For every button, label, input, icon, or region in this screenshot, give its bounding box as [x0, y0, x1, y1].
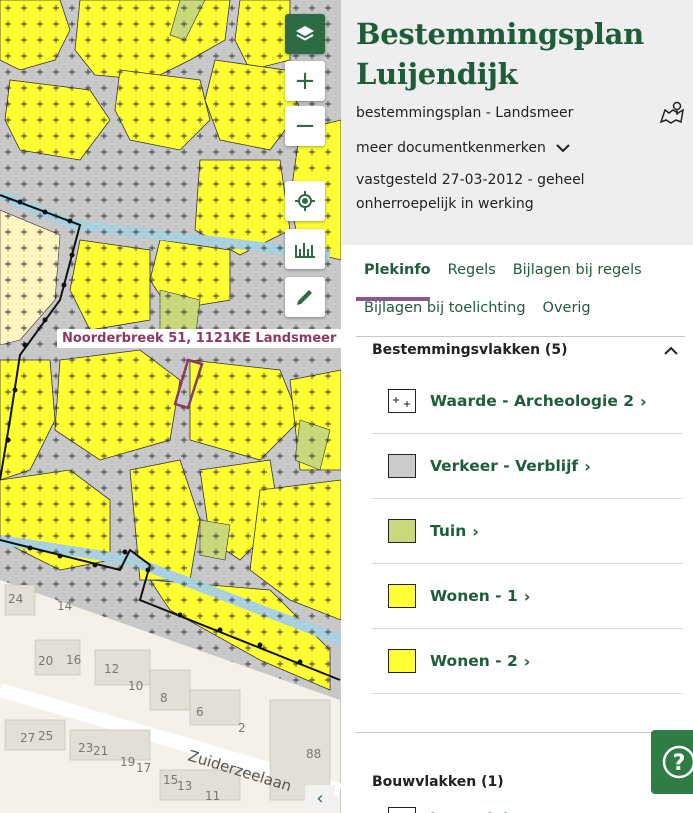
legend-swatch	[388, 454, 416, 478]
legend-label: Wonen - 1	[430, 587, 518, 605]
active-tab-indicator	[356, 297, 430, 301]
address-label: Noorderbreek 51, 1121KE Landsmeer	[57, 329, 341, 348]
svg-text:88: 88	[306, 747, 321, 761]
chevron-right-icon: ›	[472, 521, 479, 541]
svg-text:6: 6	[196, 705, 204, 719]
title-line-1: Bestemmingsplan	[356, 17, 644, 51]
help-icon: ?	[662, 745, 693, 779]
tab-regels[interactable]: Regels	[440, 259, 505, 289]
layers-icon	[296, 26, 314, 41]
chevron-down-icon	[556, 144, 570, 153]
draw-button[interactable]	[285, 277, 325, 317]
svg-text:25: 25	[38, 729, 53, 743]
map-view[interactable]: 24 14 20 16 12 10 8 6 2 27 25 23 21 19 17 15 13 1…	[0, 0, 341, 813]
svg-text:19: 19	[120, 755, 135, 769]
legend-item-wonen-1[interactable]: Wonen - 1 ›	[372, 564, 683, 629]
map-pin-button[interactable]	[659, 100, 685, 130]
section-bestemmingsvlakken: Bestemmingsvlakken (5) Waarde - Archeolo…	[341, 339, 693, 694]
tab-divider	[356, 336, 685, 337]
svg-text:?: ?	[673, 751, 686, 776]
zoom-out-icon: −	[294, 111, 316, 141]
legend-label: Verkeer - Verblijf	[430, 457, 579, 475]
legend-label: Tuin	[430, 522, 467, 540]
legend-swatch	[388, 519, 416, 543]
more-document-properties[interactable]: meer documentkenmerken	[356, 140, 693, 156]
legend-swatch-plus	[388, 389, 416, 413]
svg-text:24: 24	[8, 592, 23, 606]
measure-button[interactable]	[285, 229, 325, 269]
legend-label: Waarde - Archeologie 2	[430, 392, 635, 410]
tab-bar: Plekinfo Regels Bijlagen bij regels Bijl…	[341, 259, 693, 337]
tab-overig[interactable]: Overig	[535, 297, 600, 327]
svg-text:20: 20	[38, 654, 53, 668]
svg-text:11: 11	[205, 789, 220, 803]
legend-item-bouwvlak[interactable]: bouwvlak	[372, 807, 683, 813]
legend-list: Waarde - Archeologie 2 › Verkeer - Verbl…	[372, 369, 683, 694]
chevron-right-icon: ›	[584, 456, 591, 476]
svg-text:17: 17	[136, 761, 151, 775]
svg-text:13: 13	[177, 779, 192, 793]
title-line-2: Luijendijk	[356, 57, 518, 91]
section-title: Bouwvlakken (1)	[372, 774, 504, 790]
tab-bijlagen-regels[interactable]: Bijlagen bij regels	[505, 259, 651, 289]
svg-text:15: 15	[163, 773, 178, 787]
section-header[interactable]: Bestemmingsvlakken (5)	[341, 339, 693, 361]
map-pin-icon	[659, 101, 685, 124]
plan-subtitle: bestemmingsplan - Landsmeer	[356, 105, 574, 121]
svg-text:21: 21	[93, 744, 108, 758]
chevron-right-icon: ›	[523, 586, 531, 606]
legend-label: Wonen - 2	[430, 652, 518, 670]
legend-list: bouwvlak	[372, 807, 683, 813]
more-label: meer documentkenmerken	[356, 140, 546, 156]
legend-swatch	[388, 807, 416, 813]
section-bouwvlakken: Bouwvlakken (1) bouwvlak	[341, 771, 693, 813]
chevron-left-icon: ‹	[316, 787, 324, 809]
pencil-icon	[297, 290, 312, 305]
legend-item-archeologie[interactable]: Waarde - Archeologie 2 ›	[372, 369, 683, 434]
chevron-up-icon	[664, 346, 678, 355]
tab-plekinfo[interactable]: Plekinfo	[356, 259, 440, 289]
svg-text:10: 10	[128, 679, 143, 693]
section-divider	[356, 732, 685, 733]
locate-button[interactable]	[285, 181, 325, 221]
svg-text:2: 2	[238, 721, 246, 735]
help-button[interactable]: ?	[651, 730, 693, 794]
zoom-in-button[interactable]: +	[285, 61, 325, 101]
zoom-out-button[interactable]: −	[285, 106, 325, 146]
legend-item-wonen-2[interactable]: Wonen - 2 ›	[372, 629, 683, 694]
info-panel: Bestemmingsplan Luijendijk bestemmingspl…	[341, 0, 693, 813]
svg-text:8: 8	[160, 691, 168, 705]
legend-item-verkeer[interactable]: Verkeer - Verblijf ›	[372, 434, 683, 499]
section-header[interactable]: Bouwvlakken (1)	[341, 771, 693, 793]
plan-status: vastgesteld 27-03-2012 - geheel onherroe…	[356, 172, 585, 212]
svg-text:27: 27	[20, 731, 35, 745]
section-title: Bestemmingsvlakken (5)	[372, 342, 568, 358]
chevron-right-icon: ›	[523, 651, 531, 671]
svg-text:14: 14	[57, 599, 72, 613]
chevron-right-icon: ›	[640, 391, 647, 411]
layers-button[interactable]	[285, 14, 325, 54]
legend-swatch	[388, 584, 416, 608]
svg-text:23: 23	[78, 741, 93, 755]
legend-item-tuin[interactable]: Tuin ›	[372, 499, 683, 564]
zoom-in-icon: +	[294, 66, 316, 96]
measure-icon	[295, 243, 315, 258]
tab-bijlagen-toelichting[interactable]: Bijlagen bij toelichting	[356, 297, 535, 327]
svg-text:12: 12	[104, 662, 119, 676]
panel-header: Bestemmingsplan Luijendijk bestemmingspl…	[341, 0, 693, 245]
locate-icon	[295, 191, 315, 211]
collapse-panel-button[interactable]: ‹	[305, 785, 335, 811]
svg-text:16: 16	[66, 653, 81, 667]
legend-swatch	[388, 649, 416, 673]
page-title: Bestemmingsplan Luijendijk	[356, 14, 693, 94]
